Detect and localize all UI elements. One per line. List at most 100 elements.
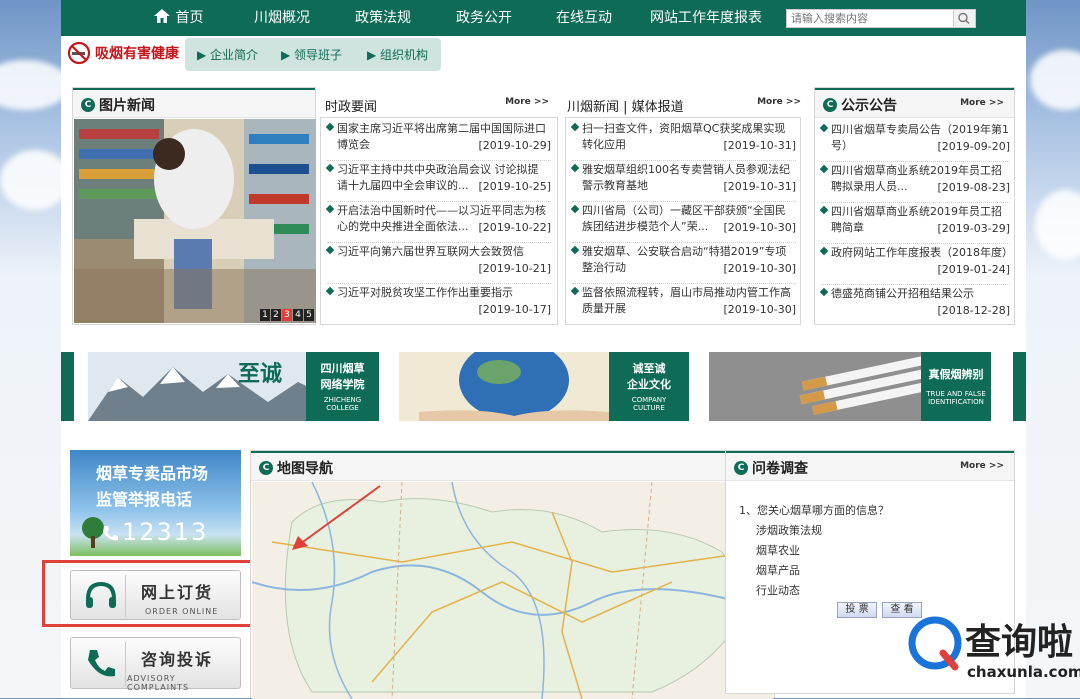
banner-zhicheng-college[interactable]: 至诚 四川烟草 网络学院 ZHICHENG COLLEGE [88, 352, 379, 421]
photo-news-title-text: 图片新闻 [99, 98, 155, 114]
advisory-complaints-button[interactable]: 咨询投诉 ADVISORY COMPLAINTS [70, 637, 241, 692]
slogan-text: 吸烟有害健康 [95, 46, 179, 62]
search-button[interactable] [953, 10, 975, 27]
subnav-item[interactable]: ▶ 企业简介 [197, 46, 258, 63]
survey-option[interactable]: 行业动态 [756, 582, 800, 598]
politics-header: 时政要闻 More >> [325, 89, 553, 119]
list-item[interactable]: 政府网站工作年度报表（2018年度） [2019-01-24] [819, 244, 1010, 285]
survey-title-text: 问卷调查 [752, 461, 808, 477]
search-input[interactable] [787, 10, 952, 27]
subnav-label: 领导班子 [294, 48, 343, 62]
section-icon: C [823, 98, 837, 112]
politics-title: 时政要闻 [325, 100, 378, 115]
bullet-icon [325, 163, 335, 173]
subnav-item[interactable]: ▶ 组织机构 [367, 46, 428, 63]
vote-button[interactable]: 投 票 [837, 602, 877, 618]
survey-option[interactable]: 涉烟政策法规 [756, 522, 822, 538]
nav-home[interactable]: 首页 [153, 0, 203, 36]
list-item[interactable]: 四川省烟草商业系统2019年员工招聘简章 [2019-03-29] [819, 203, 1010, 244]
map-title: C 地图导航 [259, 458, 333, 478]
cloud [1030, 50, 1080, 110]
banner-cn: 企业文化 [627, 378, 671, 391]
pager-button[interactable]: 2 [271, 309, 281, 321]
list-item[interactable]: 习近平向第六届世界互联网大会致贺信 [2019-10-21] [325, 243, 551, 284]
list-item[interactable]: 扫一扫查文件，资阳烟草QC获奖成果实现转化应用 [2019-10-31] [570, 120, 796, 161]
list-item[interactable]: 监督依照流程转，眉山市局推动内管工作高质量开展 [2019-10-30] [570, 284, 796, 325]
banner-en: CULTURE [633, 404, 665, 412]
pager-button[interactable]: 1 [260, 309, 270, 321]
subnav-item[interactable]: ▶ 领导班子 [281, 46, 342, 63]
notice-date: [2018-12-28] [933, 303, 1010, 319]
nav-item[interactable]: 川烟概况 [254, 0, 310, 36]
list-item[interactable]: 开启法治中国新时代——以习近平同志为核心的党中央推进全面依法... [2019-1… [325, 202, 551, 243]
notice-panel: C 公示公告 More >> 四川省烟草专卖局公告（2019年第1号） [2019-… [814, 87, 1015, 325]
news-date: [2019-10-17] [474, 302, 551, 318]
top-nav: 首页 川烟概况 政策法规 政务公开 在线互动 网站工作年度报表 [61, 0, 1026, 36]
list-item[interactable]: 四川省烟草商业系统2019年员工招聘拟录用人员... [2019-08-23] [819, 162, 1010, 203]
nav-item[interactable]: 网站工作年度报表 [650, 0, 762, 36]
survey-option[interactable]: 烟草产品 [756, 562, 800, 578]
map-panel: C 地图导航 [250, 450, 775, 699]
banner-true-false-identification[interactable]: 真假烟辨别 TRUE AND FALSE IDENTIFICATION [709, 352, 991, 421]
order-sub: ORDER ONLINE [145, 607, 219, 616]
bullet-icon [325, 204, 335, 214]
survey-option[interactable]: 烟草农业 [756, 542, 800, 558]
cloud [0, 60, 70, 110]
notice-header: C 公示公告 More >> [815, 88, 1014, 118]
banner-label: 真假烟辨别 TRUE AND FALSE IDENTIFICATION [921, 352, 991, 421]
section-icon: C [81, 98, 95, 112]
list-item[interactable]: 德盛苑商铺公开招租结果公示 [2018-12-28] [819, 285, 1010, 326]
sichuan-map[interactable] [252, 482, 773, 699]
order-label: 网上订货 [141, 583, 214, 602]
divider [125, 575, 126, 617]
pager-button[interactable]: 5 [304, 309, 314, 321]
nav-item[interactable]: 政策法规 [355, 0, 411, 36]
subnav-label: 企业简介 [210, 48, 259, 62]
banner-cn: 真假烟辨别 [928, 368, 984, 381]
nav-item[interactable]: 政务公开 [456, 0, 512, 36]
list-item[interactable]: 习近平对脱贫攻坚工作作出重要指示 [2019-10-17] [325, 284, 551, 325]
bullet-icon [325, 286, 335, 296]
notice-more-link[interactable]: More >> [960, 98, 1004, 108]
bullet-icon [819, 164, 829, 174]
sichuan-more-link[interactable]: More >> [757, 97, 801, 107]
bullet-icon [570, 122, 580, 132]
map-image [252, 482, 773, 699]
watermark-url: chaxunla.com [967, 663, 1080, 681]
nav-item[interactable]: 在线互动 [556, 0, 612, 36]
banner-cn: 四川烟草 [320, 362, 365, 375]
list-item[interactable]: 四川省烟草专卖局公告（2019年第1号） [2019-09-20] [819, 121, 1010, 162]
banner-cn: 网络学院 [320, 378, 365, 391]
news-date: [2019-10-29] [474, 138, 551, 154]
politics-more-link[interactable]: More >> [505, 97, 549, 107]
bullet-icon [570, 204, 580, 214]
map-header: C 地图导航 [251, 451, 774, 481]
section-icon: C [734, 461, 748, 475]
pager-button[interactable]: 4 [293, 309, 303, 321]
list-item[interactable]: 四川省局（公司）一藏区干部获颁“全国民族团结进步模范个人”荣... [2019-1… [570, 202, 796, 243]
photo-news-title: C 图片新闻 [81, 95, 155, 115]
list-item[interactable]: 习近平主持中共中央政治局会议 讨论拟提请十九届四中全会审议的... [2019-1… [325, 161, 551, 202]
news-photo[interactable]: 1 2 3 4 5 [74, 119, 316, 323]
pager-button-active[interactable]: 3 [282, 309, 292, 321]
banner-en: TRUE AND FALSE [926, 390, 986, 398]
report-line1: 烟草专卖品市场 [96, 464, 209, 483]
bullet-icon [819, 246, 829, 256]
report-hotline-banner[interactable]: 烟草专卖品市场 监管举报电话 12313 [70, 450, 241, 556]
news-date: [2019-10-25] [474, 179, 551, 195]
bullet-icon [325, 245, 335, 255]
report-phone: 12313 [122, 518, 209, 546]
banner-cn: 诚至诚 [632, 362, 666, 375]
news-date: [2019-10-30] [719, 220, 796, 236]
order-online-button[interactable]: 网上订货 ORDER ONLINE [70, 570, 241, 620]
list-item[interactable]: 国家主席习近平将出席第二届中国国际进口博览会 [2019-10-29] [325, 120, 551, 161]
advisory-label: 咨询投诉 [141, 650, 214, 669]
survey-more-link[interactable]: More >> [960, 461, 1004, 471]
banner-company-culture[interactable]: 诚至诚 企业文化 COMPANY CULTURE [399, 352, 689, 421]
list-item[interactable]: 雅安烟草、公安联合启动“特猎2019”专项整治行动 [2019-10-30] [570, 243, 796, 284]
bullet-icon [570, 163, 580, 173]
list-item[interactable]: 雅安烟草组织100名专卖营销人员参观法纪警示教育基地 [2019-10-31] [570, 161, 796, 202]
notice-title: C 公示公告 [823, 95, 897, 115]
survey-question: 1、您关心烟草哪方面的信息？ [739, 504, 889, 517]
zhicheng-logo: 至诚 [238, 362, 283, 387]
